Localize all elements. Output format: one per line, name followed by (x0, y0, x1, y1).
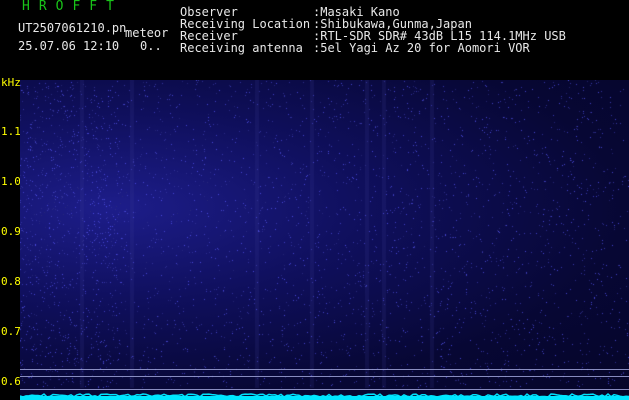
power-trace (20, 392, 629, 400)
y-tick-label: 0.9 (1, 225, 21, 238)
y-tick-label: 1.0 (1, 175, 21, 188)
mode-label: meteor (125, 26, 169, 40)
y-tick-label: 0.8 (1, 275, 21, 288)
meta-value: :5el Yagi Az 20 for Aomori VOR (313, 41, 530, 55)
reference-line (20, 376, 629, 377)
file-name: UT2507061210.pn (18, 21, 127, 35)
y-tick-label: 1.1 (1, 125, 21, 138)
datetime-label: 25.07.06 12:10 (18, 39, 120, 53)
y-tick-label: 0.6 (1, 375, 21, 388)
counter-label: 0.. (140, 39, 162, 53)
spectrogram-noise (20, 80, 629, 400)
y-axis-unit: kHz (1, 76, 21, 89)
reference-line (20, 369, 629, 370)
app-name: HROFFT (22, 0, 123, 14)
meta-label: Receiving antenna (180, 41, 303, 55)
spectrogram (20, 80, 629, 400)
y-tick-label: 0.7 (1, 325, 21, 338)
